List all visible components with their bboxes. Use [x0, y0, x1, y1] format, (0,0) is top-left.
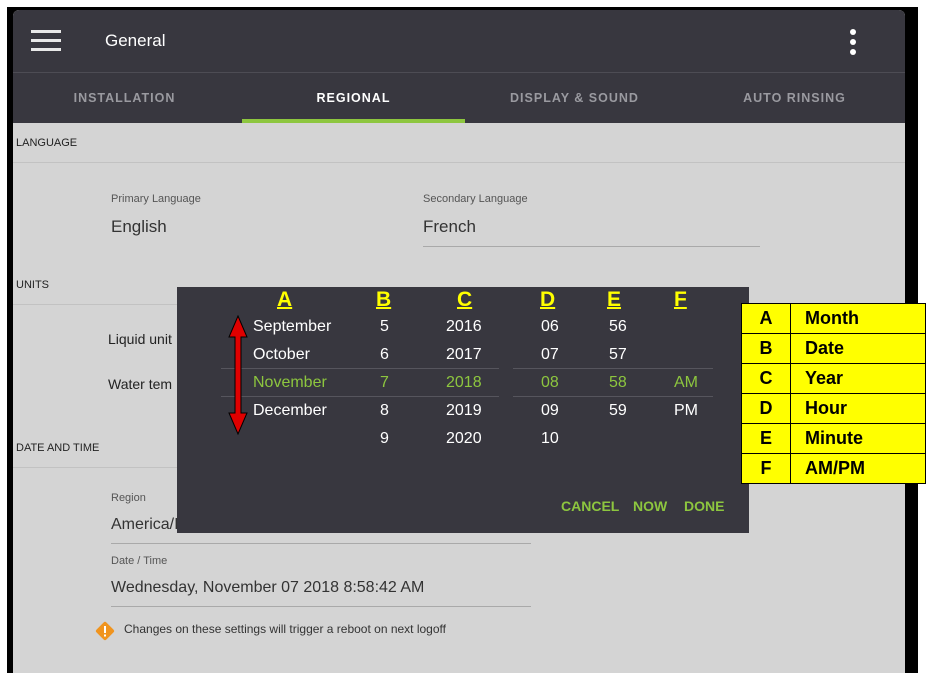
hour-option[interactable]: 10: [541, 430, 559, 448]
date-option[interactable]: 8: [380, 402, 389, 420]
datetime-underline: [111, 606, 531, 607]
secondary-language-underline: [423, 246, 760, 247]
annotation-letter-a: A: [277, 288, 293, 311]
primary-language-select[interactable]: English: [111, 217, 167, 237]
primary-language-label: Primary Language: [111, 193, 201, 205]
legend-row: F AM/PM: [741, 453, 926, 484]
year-option[interactable]: 2017: [446, 346, 482, 364]
warning-icon: [95, 621, 115, 641]
legend-value: Date: [790, 333, 926, 364]
scroll-arrow-icon: [228, 315, 248, 435]
tab-auto-rinsing[interactable]: AUTO RINSING: [683, 73, 905, 123]
selection-line-bottom-right: [513, 396, 713, 397]
language-section-header: LANGUAGE: [13, 123, 905, 163]
hour-option[interactable]: 07: [541, 346, 559, 364]
hour-option[interactable]: 06: [541, 318, 559, 336]
legend-key: B: [741, 333, 791, 364]
minute-option-selected[interactable]: 58: [609, 374, 627, 392]
date-option-selected[interactable]: 7: [380, 374, 389, 392]
page-title: General: [105, 31, 166, 50]
selection-line-top-right: [513, 368, 713, 369]
selection-line-top-left: [221, 368, 499, 369]
datetime-label: Date / Time: [111, 555, 168, 567]
annotation-legend-table: A Month B Date C Year D Hour E Minute F AM/PM: [741, 303, 926, 484]
done-button[interactable]: DONE: [684, 498, 724, 514]
month-option[interactable]: September: [253, 318, 331, 336]
legend-row: C Year: [741, 363, 926, 394]
ampm-option[interactable]: PM: [674, 402, 698, 420]
hour-option[interactable]: 09: [541, 402, 559, 420]
water-temperature-label: Water tem: [108, 376, 173, 392]
minute-option[interactable]: 59: [609, 402, 627, 420]
month-option[interactable]: October: [253, 346, 310, 364]
legend-row: D Hour: [741, 393, 926, 424]
legend-value: Hour: [790, 393, 926, 424]
legend-key: A: [741, 303, 791, 334]
region-label: Region: [111, 492, 146, 504]
legend-key: C: [741, 363, 791, 394]
legend-row: A Month: [741, 303, 926, 334]
date-option[interactable]: 9: [380, 430, 389, 448]
selection-line-bottom-left: [221, 396, 499, 397]
liquid-unit-label: Liquid unit: [108, 331, 172, 347]
date-option[interactable]: 5: [380, 318, 389, 336]
tab-installation[interactable]: INSTALLATION: [13, 73, 236, 123]
legend-value: Minute: [790, 423, 926, 454]
date-option[interactable]: 6: [380, 346, 389, 364]
app-bar: General: [13, 10, 905, 72]
legend-row: E Minute: [741, 423, 926, 454]
ampm-option-selected[interactable]: AM: [674, 374, 698, 392]
annotation-letter-e: E: [607, 288, 622, 311]
reboot-warning-text: Changes on these settings will trigger a…: [124, 622, 446, 636]
minute-option[interactable]: 57: [609, 346, 627, 364]
secondary-language-label: Secondary Language: [423, 193, 528, 205]
legend-key: D: [741, 393, 791, 424]
annotation-letter-d: D: [540, 288, 556, 311]
legend-value: Year: [790, 363, 926, 394]
year-option-selected[interactable]: 2018: [446, 374, 482, 392]
more-options-icon[interactable]: [843, 28, 863, 56]
minute-option[interactable]: 56: [609, 318, 627, 336]
month-option[interactable]: December: [253, 402, 327, 420]
annotation-letter-f: F: [674, 288, 687, 311]
month-option-selected[interactable]: November: [253, 374, 327, 392]
legend-key: F: [741, 453, 791, 484]
cancel-button[interactable]: CANCEL: [561, 498, 619, 514]
menu-icon[interactable]: [31, 30, 61, 52]
legend-row: B Date: [741, 333, 926, 364]
tab-regional[interactable]: REGIONAL: [242, 73, 465, 123]
legend-key: E: [741, 423, 791, 454]
datetime-field[interactable]: Wednesday, November 07 2018 8:58:42 AM: [111, 579, 424, 597]
annotation-letter-c: C: [457, 288, 473, 311]
datetime-picker-dialog: September October November December 5 6 …: [177, 287, 749, 533]
tab-display-sound[interactable]: DISPLAY & SOUND: [463, 73, 686, 123]
legend-value: Month: [790, 303, 926, 334]
hour-option-selected[interactable]: 08: [541, 374, 559, 392]
now-button[interactable]: NOW: [633, 498, 667, 514]
region-underline: [111, 543, 531, 544]
year-option[interactable]: 2016: [446, 318, 482, 336]
region-select[interactable]: America/I: [111, 516, 179, 534]
secondary-language-select[interactable]: French: [423, 217, 476, 237]
year-option[interactable]: 2019: [446, 402, 482, 420]
tab-bar: INSTALLATION REGIONAL DISPLAY & SOUND AU…: [13, 72, 905, 123]
legend-value: AM/PM: [790, 453, 926, 484]
annotation-letter-b: B: [376, 288, 392, 311]
year-option[interactable]: 2020: [446, 430, 482, 448]
